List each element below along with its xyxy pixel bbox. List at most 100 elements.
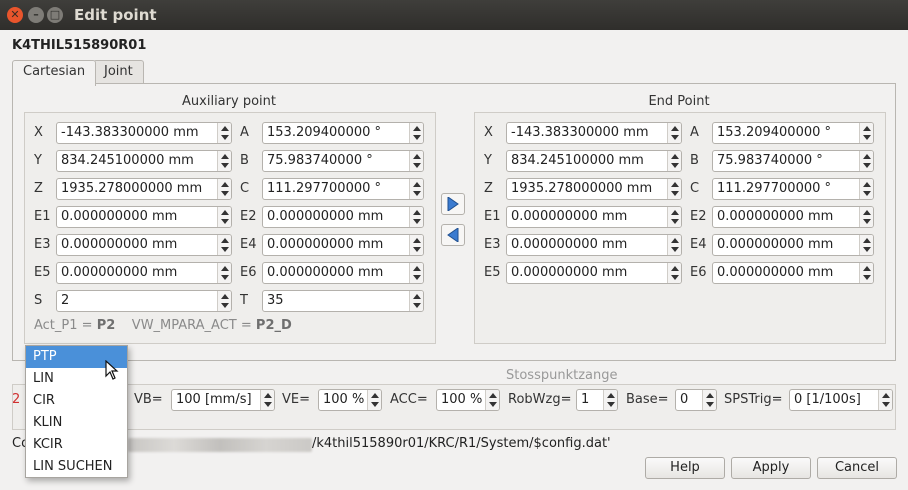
acc-input[interactable]: 100 % [436, 389, 500, 411]
aux-input-2-b[interactable]: 111.297700000 ° [262, 178, 424, 200]
aux-stepper-6-b-icon[interactable] [409, 291, 423, 311]
aux-stepper-4-a-icon[interactable] [217, 235, 231, 255]
end-input-4-a[interactable]: 0.000000000 mm [506, 234, 682, 256]
aux-input-2-a[interactable]: 1935.278000000 mm [56, 178, 232, 200]
end-stepper-2-b-icon[interactable] [859, 179, 873, 199]
aux-label-6-a: S [34, 293, 43, 308]
end-stepper-5-a-icon[interactable] [667, 263, 681, 283]
dropdown-option-klin[interactable]: KLIN [26, 412, 127, 434]
end-label-1-b: B [690, 153, 699, 168]
dropdown-option-cir[interactable]: CIR [26, 390, 127, 412]
minimize-window-icon[interactable]: – [28, 7, 44, 23]
end-label-4-a: E3 [484, 237, 501, 252]
redacted-path [128, 438, 312, 452]
end-input-0-b[interactable]: 153.209400000 ° [712, 122, 874, 144]
aux-stepper-6-a-icon[interactable] [217, 291, 231, 311]
base-stepper-icon[interactable] [702, 390, 716, 410]
aux-input-0-b[interactable]: 153.209400000 ° [262, 122, 424, 144]
end-label-0-a: X [484, 125, 493, 140]
spstrig-label: SPSTrig= [724, 392, 783, 407]
end-label-0-b: A [690, 125, 699, 140]
vb-input[interactable]: 100 [mm/s] [171, 389, 275, 411]
end-stepper-5-b-icon[interactable] [859, 263, 873, 283]
aux-input-1-a[interactable]: 834.245100000 mm [56, 150, 232, 172]
auxiliary-point-title: Auxiliary point [182, 94, 276, 109]
aux-stepper-5-b-icon[interactable] [409, 263, 423, 283]
cancel-button[interactable]: Cancel [817, 457, 897, 479]
end-input-3-a[interactable]: 0.000000000 mm [506, 206, 682, 228]
end-label-3-b: E2 [690, 209, 707, 224]
ve-stepper-icon[interactable] [367, 390, 381, 410]
act-p1-value: P2 [96, 318, 116, 333]
end-input-4-b[interactable]: 0.000000000 mm [712, 234, 874, 256]
aux-input-1-b[interactable]: 75.983740000 ° [262, 150, 424, 172]
apply-button[interactable]: Apply [731, 457, 811, 479]
aux-input-5-a[interactable]: 0.000000000 mm [56, 262, 232, 284]
maximize-window-icon[interactable]: □ [47, 7, 63, 23]
aux-stepper-1-b-icon[interactable] [409, 151, 423, 171]
end-input-0-a[interactable]: -143.383300000 mm [506, 122, 682, 144]
aux-label-0-b: A [240, 125, 249, 140]
end-stepper-2-a-icon[interactable] [667, 179, 681, 199]
aux-stepper-2-b-icon[interactable] [409, 179, 423, 199]
vb-label: VB= [134, 392, 163, 407]
end-input-1-a[interactable]: 834.245100000 mm [506, 150, 682, 172]
end-stepper-4-b-icon[interactable] [859, 235, 873, 255]
aux-stepper-0-a-icon[interactable] [217, 123, 231, 143]
aux-stepper-4-b-icon[interactable] [409, 235, 423, 255]
end-input-5-b[interactable]: 0.000000000 mm [712, 262, 874, 284]
aux-input-5-b[interactable]: 0.000000000 mm [262, 262, 424, 284]
vb-stepper-icon[interactable] [260, 390, 274, 410]
arrow-left-icon [447, 228, 459, 242]
end-input-5-a[interactable]: 0.000000000 mm [506, 262, 682, 284]
aux-stepper-0-b-icon[interactable] [409, 123, 423, 143]
end-stepper-1-b-icon[interactable] [859, 151, 873, 171]
tab-joint[interactable]: Joint [93, 60, 144, 84]
dropdown-option-lin-suchen[interactable]: LIN SUCHEN [26, 456, 127, 478]
end-input-2-a[interactable]: 1935.278000000 mm [506, 178, 682, 200]
end-stepper-3-b-icon[interactable] [859, 207, 873, 227]
end-stepper-4-a-icon[interactable] [667, 235, 681, 255]
aux-label-3-a: E1 [34, 209, 51, 224]
aux-stepper-5-a-icon[interactable] [217, 263, 231, 283]
aux-input-3-a[interactable]: 0.000000000 mm [56, 206, 232, 228]
aux-input-0-a[interactable]: -143.383300000 mm [56, 122, 232, 144]
robwzg-stepper-icon[interactable] [603, 390, 617, 410]
end-stepper-1-a-icon[interactable] [667, 151, 681, 171]
acc-stepper-icon[interactable] [485, 390, 499, 410]
aux-label-1-a: Y [34, 153, 42, 168]
aux-stepper-1-a-icon[interactable] [217, 151, 231, 171]
aux-input-6-a[interactable]: 2 [56, 290, 232, 312]
end-stepper-0-b-icon[interactable] [859, 123, 873, 143]
spstrig-input[interactable]: 0 [1/100s] [789, 389, 893, 411]
robwzg-input[interactable]: 1 [576, 389, 618, 411]
aux-stepper-2-a-icon[interactable] [217, 179, 231, 199]
robwzg-label: RobWzg= [508, 392, 572, 407]
end-stepper-3-a-icon[interactable] [667, 207, 681, 227]
copy-to-aux-button[interactable] [441, 224, 465, 246]
end-point-title: End Point [648, 94, 710, 109]
title-bar: ✕ – □ Edit point [0, 0, 908, 30]
end-input-2-b[interactable]: 111.297700000 ° [712, 178, 874, 200]
close-window-icon[interactable]: ✕ [7, 7, 23, 23]
aux-input-6-b[interactable]: 35 [262, 290, 424, 312]
end-stepper-0-a-icon[interactable] [667, 123, 681, 143]
base-input[interactable]: 0 [675, 389, 717, 411]
aux-input-4-b[interactable]: 0.000000000 mm [262, 234, 424, 256]
aux-label-3-b: E2 [240, 209, 257, 224]
end-input-3-b[interactable]: 0.000000000 mm [712, 206, 874, 228]
mouse-pointer-icon [105, 360, 119, 380]
aux-stepper-3-b-icon[interactable] [409, 207, 423, 227]
dropdown-option-kcir[interactable]: KCIR [26, 434, 127, 456]
help-button[interactable]: Help [645, 457, 725, 479]
base-label: Base= [626, 392, 669, 407]
ve-input[interactable]: 100 % [318, 389, 382, 411]
aux-label-5-a: E5 [34, 265, 51, 280]
spstrig-stepper-icon[interactable] [878, 390, 892, 410]
tab-cartesian[interactable]: Cartesian [12, 60, 97, 86]
aux-input-3-b[interactable]: 0.000000000 mm [262, 206, 424, 228]
copy-to-end-button[interactable] [441, 193, 465, 215]
aux-input-4-a[interactable]: 0.000000000 mm [56, 234, 232, 256]
aux-stepper-3-a-icon[interactable] [217, 207, 231, 227]
end-input-1-b[interactable]: 75.983740000 ° [712, 150, 874, 172]
